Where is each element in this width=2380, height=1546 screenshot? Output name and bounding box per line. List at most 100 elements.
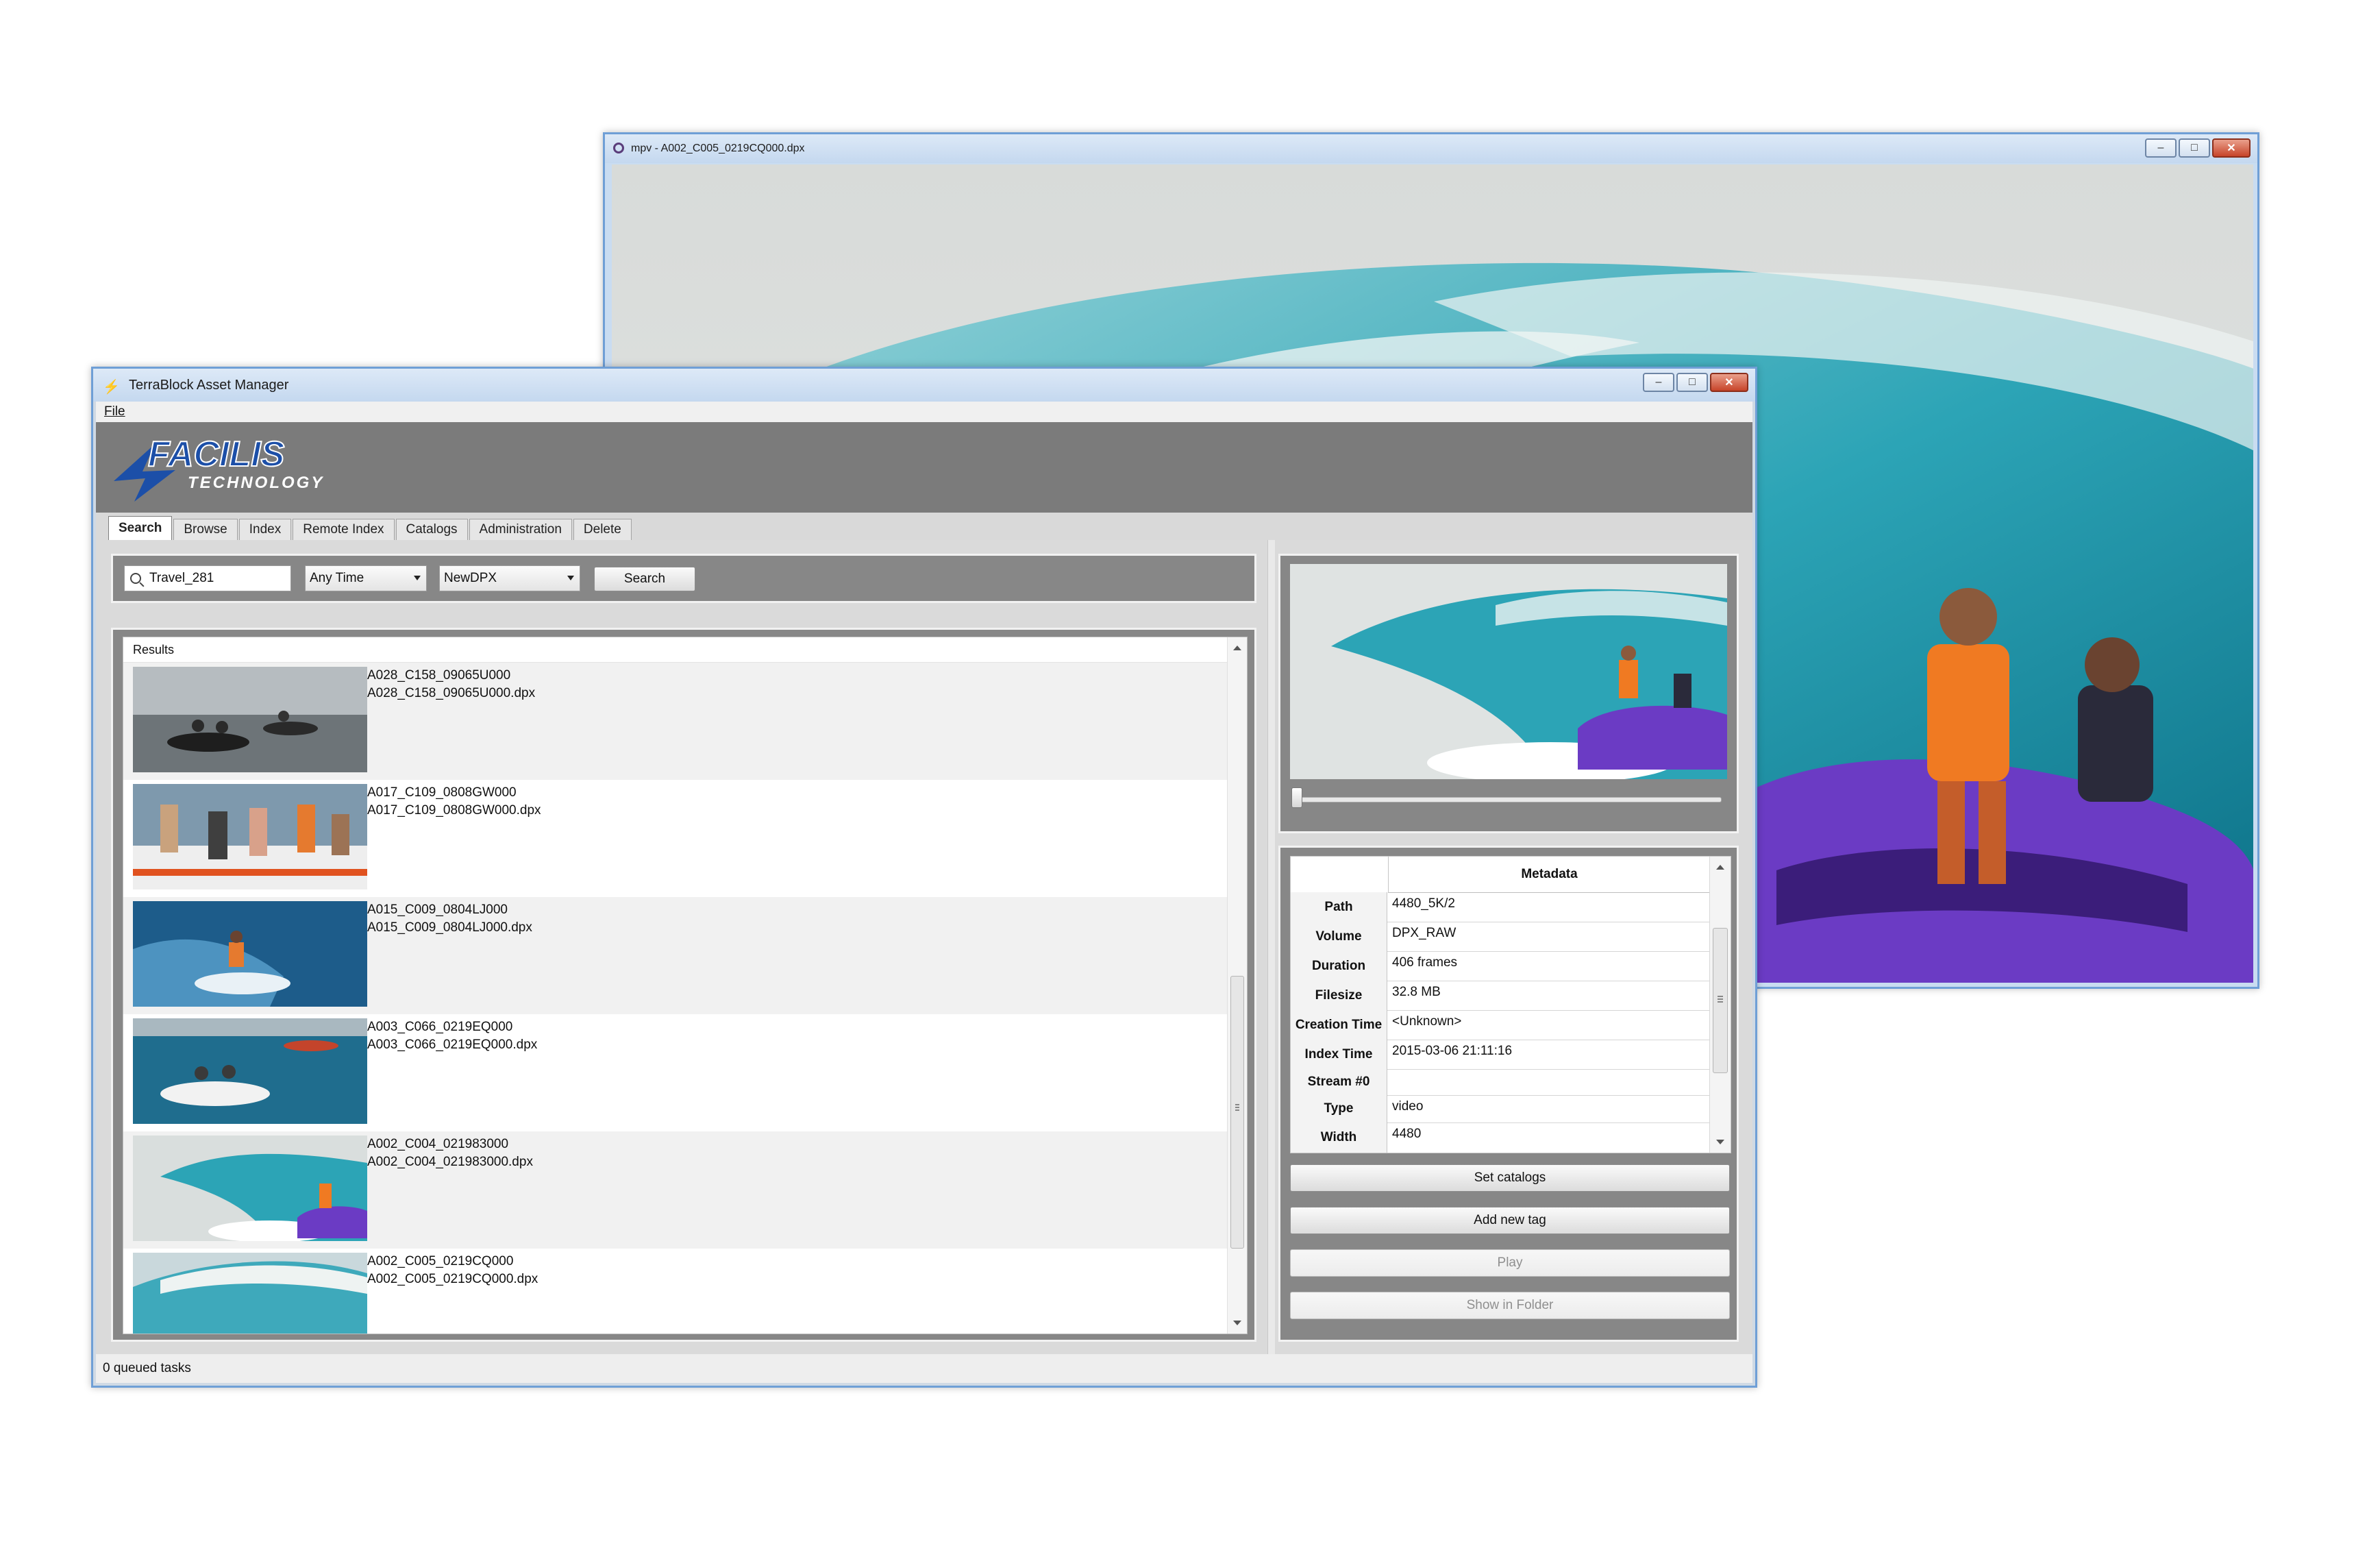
minimize-button[interactable]: – (2145, 138, 2177, 158)
list-item[interactable]: A017_C109_0808GW000 A017_C109_0808GW000.… (123, 780, 1247, 897)
results-header: Results (123, 637, 1247, 663)
preview-frame-image (1290, 564, 1727, 779)
result-name: A002_C005_0219CQ000 (367, 1254, 514, 1268)
tab-administration[interactable]: Administration (469, 519, 572, 540)
close-button[interactable]: ✕ (1710, 373, 1748, 392)
terrablock-window: ⚡ TerraBlock Asset Manager – □ ✕ File FA… (91, 367, 1757, 1388)
search-input[interactable]: Travel_281 (124, 565, 291, 591)
wave-icon (133, 1253, 367, 1334)
result-thumbnail[interactable] (133, 784, 367, 889)
result-filename: A017_C109_0808GW000.dpx (367, 803, 541, 818)
facilis-logo: FACILIS TECHNOLOGY (114, 434, 324, 502)
result-thumbnail[interactable] (133, 1253, 367, 1334)
result-name: A003_C066_0219EQ000 (367, 1020, 513, 1034)
metadata-corner (1291, 857, 1388, 892)
results-list[interactable]: Results A028_C158_09065U000 A028_C158_09… (123, 637, 1248, 1334)
minimize-button[interactable]: – (1643, 373, 1674, 392)
scroll-up-icon[interactable] (1716, 865, 1724, 870)
catalog-value: NewDPX (444, 571, 497, 585)
main-tabs: Search Browse Index Remote Index Catalog… (96, 513, 1752, 541)
table-row: Index Time 2015-03-06 21:11:16 (1291, 1040, 1710, 1070)
table-row: Stream #0 (1291, 1069, 1710, 1096)
metadata-key: Volume (1291, 922, 1387, 951)
search-input-value: Travel_281 (149, 571, 214, 585)
results-panel: Results A028_C158_09065U000 A028_C158_09… (111, 628, 1256, 1342)
tab-delete[interactable]: Delete (573, 519, 632, 540)
scroll-down-icon[interactable] (1716, 1140, 1724, 1144)
metadata-value: 4480_5K/2 (1392, 896, 1455, 911)
close-button[interactable]: ✕ (2212, 138, 2251, 158)
logo-subtitle: TECHNOLOGY (188, 474, 324, 492)
show-in-folder-button[interactable]: Show in Folder (1290, 1292, 1730, 1319)
search-tab-content: Travel_281 Any Time NewDPX Search Result… (96, 540, 1752, 1354)
logo-brand: FACILIS (148, 434, 285, 474)
metadata-value: 406 frames (1392, 955, 1458, 970)
metadata-header: Metadata (1388, 857, 1710, 893)
jetski-sea-icon (133, 1018, 367, 1124)
tab-remote-index[interactable]: Remote Index (293, 519, 395, 540)
metadata-key: Duration (1291, 951, 1387, 981)
list-item[interactable]: A028_C158_09065U000 A028_C158_09065U000.… (123, 663, 1247, 780)
table-row: Volume DPX_RAW (1291, 922, 1710, 952)
results-scrollbar[interactable] (1227, 637, 1247, 1334)
set-catalogs-button[interactable]: Set catalogs (1290, 1164, 1730, 1192)
result-thumbnail[interactable] (133, 901, 367, 1007)
result-filename: A015_C009_0804LJ000.dpx (367, 920, 532, 935)
list-item[interactable]: A002_C005_0219CQ000 A002_C005_0219CQ000.… (123, 1249, 1247, 1334)
result-name: A017_C109_0808GW000 (367, 785, 517, 800)
playback-slider-handle[interactable] (1291, 787, 1302, 808)
result-thumbnail[interactable] (133, 1018, 367, 1124)
wave-jetski-icon (133, 1136, 367, 1241)
add-new-tag-button[interactable]: Add new tag (1290, 1207, 1730, 1234)
metadata-table[interactable]: Metadata Path 4480_5K/2 Volume DPX_RAW D… (1290, 856, 1731, 1153)
app-titlebar[interactable]: ⚡ TerraBlock Asset Manager – □ ✕ (93, 369, 1755, 402)
metadata-key: Index Time (1291, 1040, 1387, 1069)
scrollbar-thumb[interactable] (1713, 928, 1728, 1073)
metadata-value: 4480 (1392, 1127, 1422, 1141)
maximize-button[interactable]: □ (2179, 138, 2210, 158)
result-thumbnail[interactable] (133, 1136, 367, 1241)
table-row: Path 4480_5K/2 (1291, 892, 1710, 922)
metadata-value: 2015-03-06 21:11:16 (1392, 1044, 1513, 1058)
table-row: Filesize 32.8 MB (1291, 981, 1710, 1011)
result-name: A028_C158_09065U000 (367, 668, 511, 683)
queued-tasks-status: 0 queued tasks (103, 1361, 191, 1375)
mpv-window-title: mpv - A002_C005_0219CQ000.dpx (631, 143, 805, 154)
status-bar: 0 queued tasks (96, 1354, 1752, 1383)
scrollbar-thumb[interactable] (1230, 976, 1244, 1249)
chevron-down-icon (414, 576, 421, 580)
list-item[interactable]: A015_C009_0804LJ000 A015_C009_0804LJ000.… (123, 897, 1247, 1014)
app-window-title: TerraBlock Asset Manager (129, 377, 289, 393)
metadata-value: 32.8 MB (1392, 985, 1441, 999)
time-filter-value: Any Time (310, 571, 364, 585)
tab-index[interactable]: Index (238, 519, 292, 540)
search-button[interactable]: Search (594, 567, 695, 591)
list-item[interactable]: A002_C004_021983000 A002_C004_021983000.… (123, 1131, 1247, 1249)
tab-search[interactable]: Search (108, 516, 173, 540)
menu-file[interactable]: File (104, 404, 125, 419)
playback-slider-track[interactable] (1296, 797, 1722, 802)
catalog-dropdown[interactable]: NewDPX (439, 565, 580, 591)
mpv-titlebar[interactable]: mpv - A002_C005_0219CQ000.dpx – □ ✕ (605, 134, 2257, 163)
table-row: Type video (1291, 1095, 1710, 1123)
scroll-up-icon[interactable] (1233, 646, 1241, 650)
maximize-button[interactable]: □ (1676, 373, 1708, 392)
mpv-app-icon (613, 143, 624, 154)
table-row: Duration 406 frames (1291, 951, 1710, 981)
pane-splitter[interactable] (1267, 540, 1275, 1354)
metadata-key: Filesize (1291, 981, 1387, 1010)
result-thumbnail[interactable] (133, 667, 367, 772)
metadata-key: Type (1291, 1095, 1387, 1122)
metadata-key: Width (1291, 1122, 1387, 1153)
metadata-panel: Metadata Path 4480_5K/2 Volume DPX_RAW D… (1278, 846, 1739, 1342)
metadata-scrollbar[interactable] (1709, 857, 1731, 1153)
time-filter-dropdown[interactable]: Any Time (305, 565, 427, 591)
tab-browse[interactable]: Browse (173, 519, 238, 540)
scroll-down-icon[interactable] (1233, 1321, 1241, 1325)
preview-image (1290, 564, 1727, 779)
menu-bar: File (96, 402, 1752, 422)
play-button[interactable]: Play (1290, 1249, 1730, 1277)
table-row: Width 4480 (1291, 1122, 1710, 1153)
tab-catalogs[interactable]: Catalogs (395, 519, 468, 540)
list-item[interactable]: A003_C066_0219EQ000 A003_C066_0219EQ000.… (123, 1014, 1247, 1131)
